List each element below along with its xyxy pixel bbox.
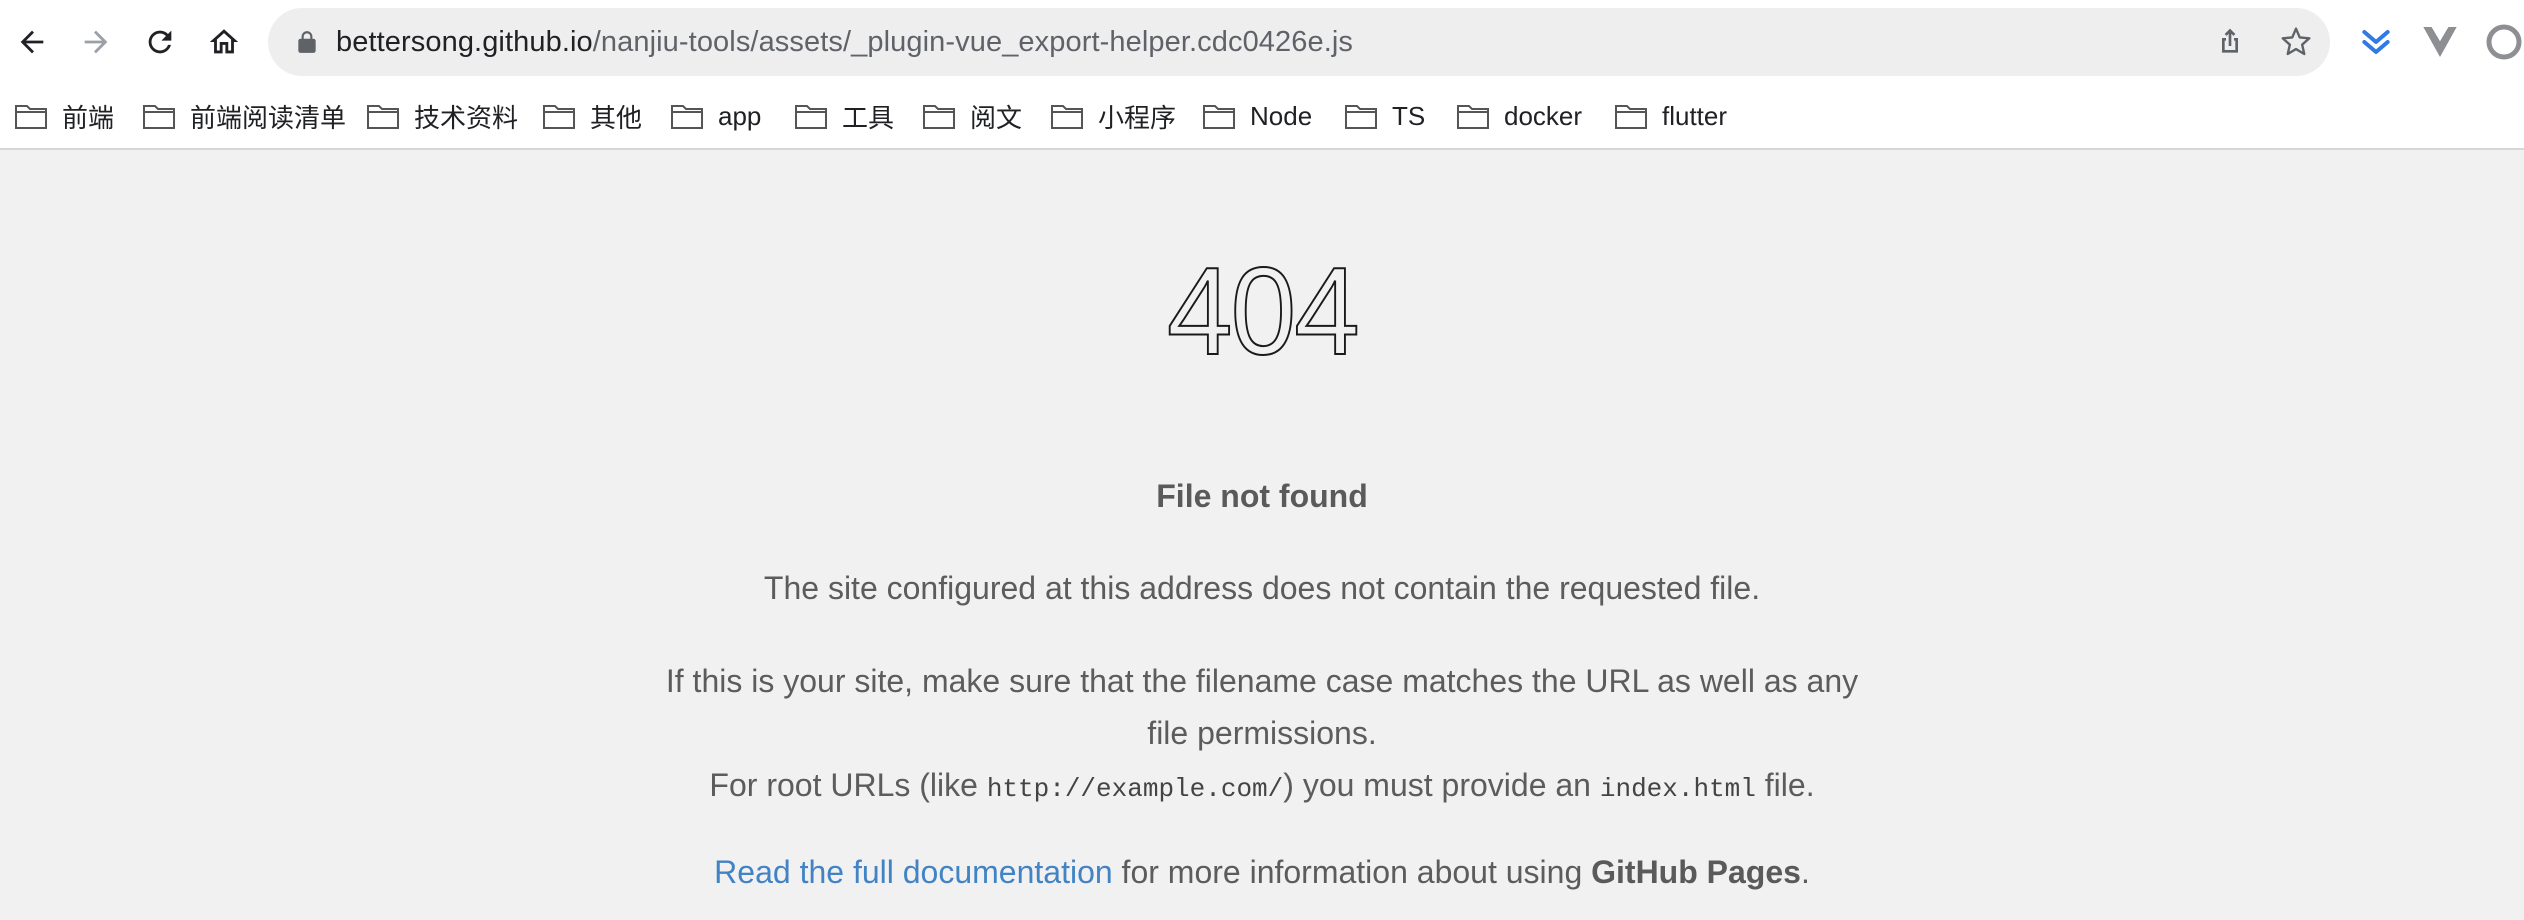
hint-line-2: file permissions.: [1147, 715, 1377, 751]
arrow-left-icon: [20, 30, 44, 54]
documentation-link[interactable]: Read the full documentation: [714, 854, 1112, 890]
folder-icon: [1615, 105, 1647, 129]
bookmark-label: 阅文: [970, 102, 1023, 133]
bookmark-label: TS: [1392, 100, 1426, 131]
vue-devtools-icon: [2423, 27, 2457, 57]
root-url-suffix: file.: [1755, 767, 1815, 803]
bookmark-folder[interactable]: 前端: [14, 92, 114, 140]
url-host: bettersong.github.io: [336, 26, 593, 58]
error-code-text: 404: [1166, 243, 1361, 381]
index-file-code: index.html: [1599, 774, 1756, 804]
folder-icon: [1457, 105, 1489, 129]
folder-icon: [15, 105, 47, 129]
bookmark-label: app: [718, 100, 762, 131]
example-url-code: http://example.com/: [986, 774, 1284, 804]
doc-end-text: .: [1800, 854, 1810, 890]
url-text[interactable]: bettersong.github.io/nanjiu-tools/assets…: [336, 8, 1353, 76]
doc-middle-text: for more information about using: [1112, 854, 1592, 890]
lock-icon[interactable]: [294, 29, 320, 55]
share-icon: [2222, 28, 2238, 53]
bookmark-folder[interactable]: 前端阅读清单: [142, 92, 346, 140]
bookmark-label: 小程序: [1098, 102, 1177, 133]
bookmark-folder[interactable]: 其他: [542, 92, 642, 140]
bookmark-label: Node: [1250, 100, 1313, 131]
circle-icon: [2486, 24, 2522, 60]
hint-paragraph: If this is your site, make sure that the…: [647, 655, 1877, 815]
extension-button-3[interactable]: [2482, 20, 2524, 64]
bookmark-label: 其他: [590, 102, 643, 133]
page-title: File not found: [1156, 478, 1368, 514]
root-url-prefix: For root URLs (like: [709, 767, 987, 803]
bookmark-label: 前端: [62, 102, 115, 133]
bookmark-folder[interactable]: app: [670, 92, 761, 140]
forward-button[interactable]: [66, 12, 126, 72]
extension-button-1[interactable]: [2354, 20, 2398, 64]
bookmark-label: docker: [1504, 100, 1583, 131]
browser-toolbar: bettersong.github.io/nanjiu-tools/assets…: [0, 0, 2524, 84]
bookmark-folder[interactable]: 小程序: [1050, 92, 1176, 140]
address-bar[interactable]: bettersong.github.io/nanjiu-tools/assets…: [268, 8, 2330, 76]
folder-icon: [1345, 105, 1377, 129]
bookmarks-bar: 前端 前端阅读清单 技术资料 其他 app 工具 阅文 小程序 Node TS …: [0, 84, 2524, 150]
share-button[interactable]: [2208, 20, 2252, 64]
documentation-paragraph: Read the full documentation for more inf…: [0, 846, 2524, 898]
folder-icon: [671, 105, 703, 129]
bookmark-star-button[interactable]: [2274, 20, 2318, 64]
folder-icon: [367, 105, 399, 129]
folder-icon: [543, 105, 575, 129]
bookmark-label: 技术资料: [414, 102, 519, 133]
reload-button[interactable]: [130, 12, 190, 72]
github-pages-text: GitHub Pages: [1591, 854, 1801, 890]
bookmark-folder[interactable]: TS: [1344, 92, 1425, 140]
folder-icon: [923, 105, 955, 129]
home-button[interactable]: [194, 12, 254, 72]
star-icon: [2281, 27, 2311, 56]
home-icon: [209, 29, 239, 54]
url-path: /nanjiu-tools/assets/_plugin-vue_export-…: [592, 26, 1354, 58]
folder-icon: [1203, 105, 1235, 129]
bookmark-label: 工具: [842, 102, 895, 133]
double-chevron-down-icon: [2362, 30, 2390, 54]
bookmark-label: 前端阅读清单: [190, 102, 347, 133]
extension-button-2[interactable]: [2418, 20, 2462, 64]
bookmark-label: flutter: [1662, 100, 1728, 131]
bookmark-folder[interactable]: Node: [1202, 92, 1312, 140]
folder-icon: [143, 105, 175, 129]
folder-icon: [1051, 105, 1083, 129]
arrow-right-icon: [84, 30, 108, 54]
bookmark-folder[interactable]: flutter: [1614, 92, 1727, 140]
reload-icon: [148, 30, 172, 54]
bookmark-folder[interactable]: 技术资料: [366, 92, 518, 140]
error-message: The site configured at this address does…: [763, 570, 1761, 606]
bookmark-folder[interactable]: 工具: [794, 92, 894, 140]
page-content: 404 File not found The site configured a…: [0, 150, 2524, 920]
error-code: 404: [0, 243, 2524, 381]
root-url-middle: ) you must provide an: [1283, 767, 1600, 803]
bookmark-folder[interactable]: docker: [1456, 92, 1582, 140]
bookmark-folder[interactable]: 阅文: [922, 92, 1022, 140]
back-button[interactable]: [2, 12, 62, 72]
hint-line-1: If this is your site, make sure that the…: [665, 663, 1859, 699]
folder-icon: [795, 105, 827, 129]
